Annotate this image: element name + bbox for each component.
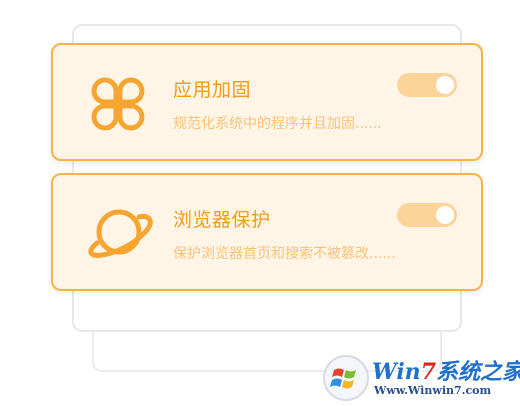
- card-description: 规范化系统中的程序并且加固......: [173, 116, 382, 132]
- planet-icon: [83, 199, 153, 269]
- toggle-knob: [436, 206, 454, 224]
- watermark-url: Www.Winwin7.com: [374, 384, 492, 397]
- feature-card-browser-protection[interactable]: 浏览器保护 保护浏览器首页和搜索不被篡改......: [51, 173, 483, 291]
- watermark-brand: Win7系统之家: [372, 359, 520, 385]
- clover-icon: [83, 69, 153, 139]
- watermark: Win7系统之家 Www.Winwin7.com: [322, 352, 520, 404]
- card-description: 保护浏览器首页和搜索不被篡改......: [173, 246, 396, 262]
- app-hardening-toggle[interactable]: [397, 73, 457, 97]
- browser-protection-toggle[interactable]: [397, 203, 457, 227]
- feature-card-app-hardening[interactable]: 应用加固 规范化系统中的程序并且加固......: [51, 43, 483, 161]
- toggle-knob: [436, 76, 454, 94]
- card-title: 应用加固: [173, 79, 252, 101]
- card-title: 浏览器保护: [173, 209, 271, 231]
- windows-logo-icon: [322, 354, 370, 402]
